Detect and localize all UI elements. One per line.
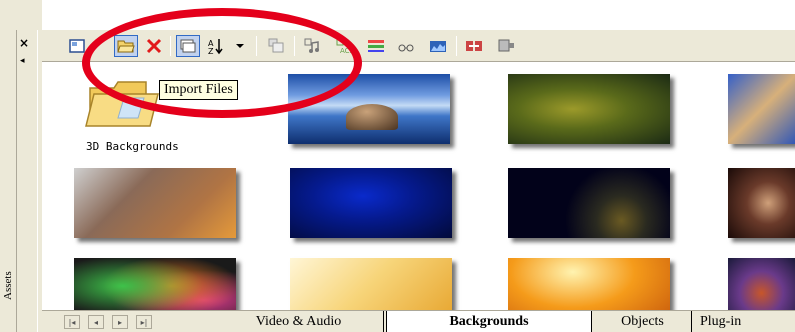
sort-icon[interactable]: AZ <box>204 35 228 57</box>
render-tool-icon[interactable] <box>494 35 518 57</box>
assets-panel-handle <box>16 30 38 332</box>
next-tab-button[interactable]: ▸ <box>112 315 128 329</box>
levels-tool-icon[interactable] <box>426 35 450 57</box>
audio-tool-icon[interactable] <box>300 35 324 57</box>
thumbnail-green-swirl[interactable] <box>508 74 670 144</box>
folder-icon <box>85 81 159 127</box>
svg-text:Z: Z <box>208 47 214 55</box>
open-folder-icon[interactable] <box>114 35 138 57</box>
assets-panel-strip: × ◂ Assets <box>0 0 42 332</box>
pin-panel-icon[interactable]: ◂ <box>20 56 25 66</box>
folder-label: 3D Backgrounds <box>86 140 179 153</box>
view-mode-icon[interactable] <box>66 35 90 57</box>
toolbar: AZ AC3 <box>42 30 795 62</box>
toolbar-separator <box>256 36 257 56</box>
ac3-tool-icon[interactable]: AC3 <box>332 35 356 57</box>
thumbnail-gold-gradient[interactable] <box>290 258 452 310</box>
assets-panel-label: Assets <box>2 271 14 300</box>
thumbnail-sky-rock[interactable] <box>288 74 450 144</box>
thumbnail-purple-fractal[interactable] <box>728 258 795 310</box>
tab-bar: |◂ ◂ ▸ ▸| Video & Audio Backgrounds Obje… <box>42 310 795 332</box>
thumbnail-dark-disc[interactable] <box>508 168 670 238</box>
thumbnail-color-lights[interactable] <box>74 258 236 310</box>
folder-3d-backgrounds[interactable] <box>84 74 164 132</box>
import-icon[interactable] <box>176 35 200 57</box>
delete-icon[interactable] <box>142 35 166 57</box>
close-panel-icon[interactable]: × <box>19 36 29 50</box>
tab-plug-in[interactable]: Plug-in <box>694 311 795 332</box>
thumbnail-blue-abstract[interactable] <box>728 74 795 144</box>
split-tool-icon[interactable] <box>462 35 486 57</box>
thumbnail-copper-gradient[interactable] <box>74 168 236 238</box>
prev-tab-button[interactable]: ◂ <box>88 315 104 329</box>
dropdown-arrow-icon[interactable] <box>228 35 252 57</box>
tab-objects[interactable]: Objects <box>594 311 692 332</box>
clone-icon[interactable] <box>264 35 288 57</box>
toolbar-separator <box>170 36 171 56</box>
first-tab-button[interactable]: |◂ <box>64 315 80 329</box>
toolbar-separator <box>294 36 295 56</box>
thumbnail-orange-glow[interactable] <box>508 258 670 310</box>
tab-backgrounds[interactable]: Backgrounds <box>386 311 592 332</box>
thumbnail-blue-waves[interactable] <box>290 168 452 238</box>
tab-video-audio[interactable]: Video & Audio <box>214 311 384 332</box>
svg-text:AC3: AC3 <box>340 47 353 55</box>
import-files-tooltip: Import Files <box>159 80 238 100</box>
glasses-tool-icon[interactable] <box>394 35 418 57</box>
last-tab-button[interactable]: ▸| <box>136 315 152 329</box>
thumbnail-dark-sparkles[interactable] <box>728 168 795 238</box>
trim-tool-icon[interactable] <box>364 35 388 57</box>
toolbar-separator <box>456 36 457 56</box>
